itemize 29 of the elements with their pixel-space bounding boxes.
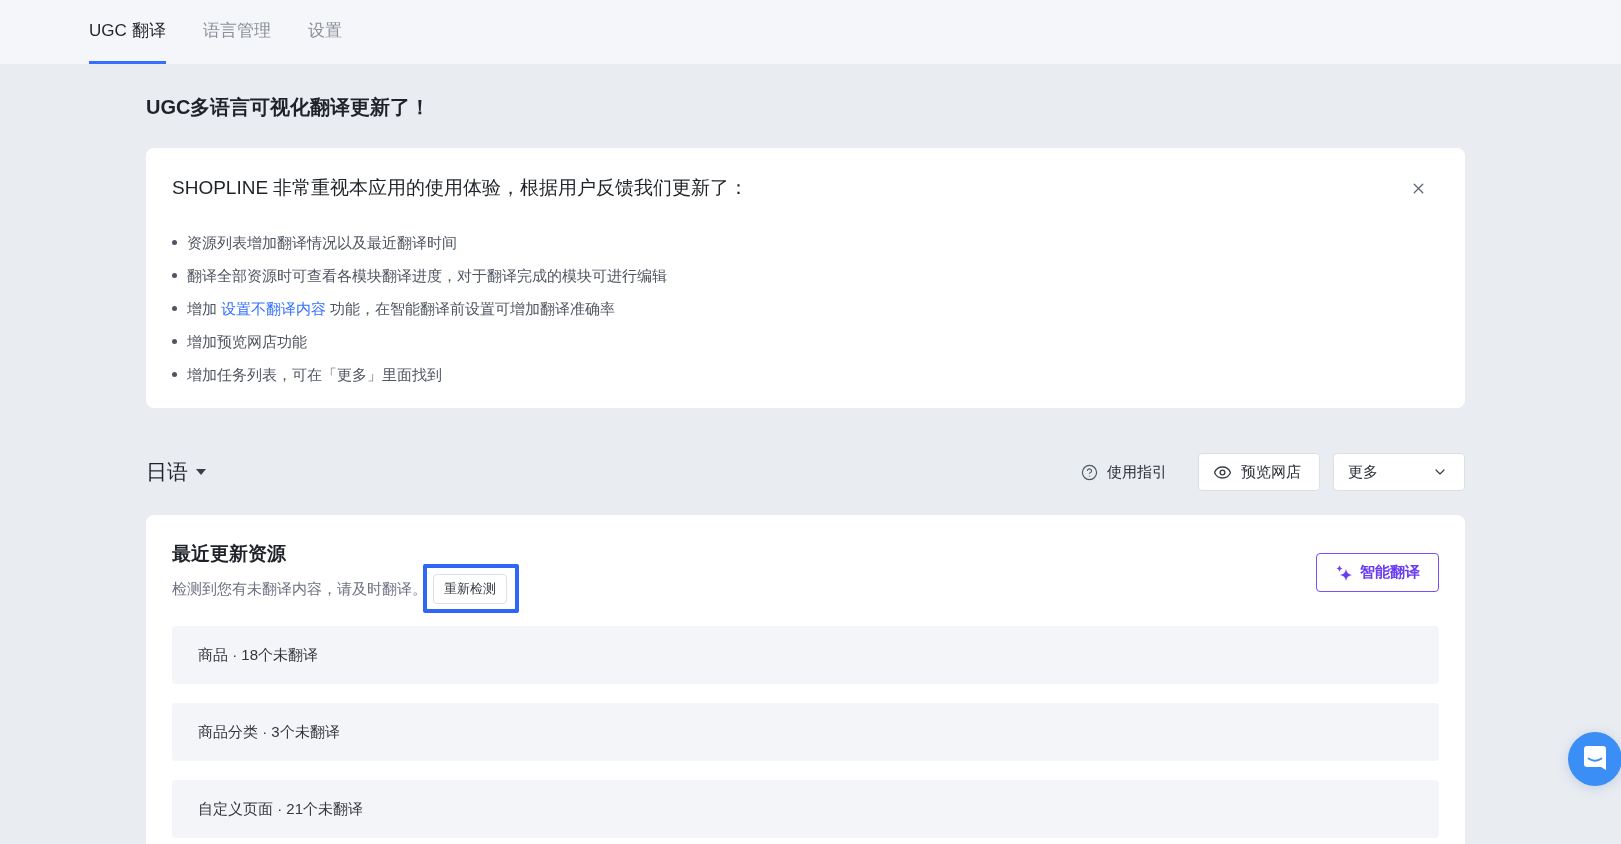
resource-row[interactable]: 商品分类 · 3个未翻译 <box>172 703 1439 761</box>
preview-store-button[interactable]: 预览网店 <box>1198 453 1320 491</box>
notice-item-text: 增加 设置不翻译内容 功能，在智能翻译前设置可增加翻译准确率 <box>187 299 616 319</box>
bullet-icon <box>172 240 177 245</box>
resource-row[interactable]: 商品 · 18个未翻译 <box>172 626 1439 684</box>
recheck-button[interactable]: 重新检测 <box>433 574 507 604</box>
section-title: 最近更新资源 <box>172 542 287 566</box>
notice-item-text: 增加任务列表，可在「更多」里面找到 <box>187 365 442 385</box>
more-select[interactable]: 更多 <box>1333 453 1465 491</box>
notice-heading: SHOPLINE 非常重视本应用的使用体验，根据用户反馈我们更新了： <box>172 176 749 200</box>
page-title: UGC多语言可视化翻译更新了！ <box>146 95 432 120</box>
tab[interactable]: UGC 翻译 <box>89 0 166 64</box>
bullet-icon <box>172 339 177 344</box>
resource-row[interactable]: 自定义页面 · 21个未翻译 <box>172 780 1439 838</box>
language-select[interactable]: 日语 <box>146 458 206 486</box>
help-guide-button[interactable]: 使用指引 <box>1081 462 1167 482</box>
sparkle-icon <box>1335 564 1352 581</box>
notice-item-text: 翻译全部资源时可查看各模块翻译进度，对于翻译完成的模块可进行编辑 <box>187 266 667 286</box>
notice-item-text: 增加预览网店功能 <box>187 332 307 352</box>
ai-translate-button[interactable]: 智能翻译 <box>1316 553 1439 592</box>
bullet-icon <box>172 306 177 311</box>
help-icon <box>1081 463 1098 481</box>
bullet-icon <box>172 372 177 377</box>
settings-link[interactable]: 设置不翻译内容 <box>221 300 327 317</box>
notice-item-text: 资源列表增加翻译情况以及最近翻译时间 <box>187 233 457 253</box>
caret-icon <box>196 469 206 475</box>
chat-icon[interactable] <box>1568 732 1621 786</box>
bullet-icon <box>172 273 177 278</box>
section-description: 检测到您有未翻译内容，请及时翻译。 <box>172 579 427 599</box>
